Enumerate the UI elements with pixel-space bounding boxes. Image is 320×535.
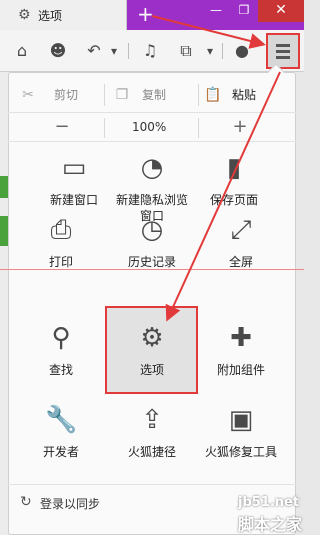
menu-item-label: 打印 [48,255,73,269]
copy-button[interactable]: ❐ 复制 [114,86,166,104]
clipboard-icon: 📋 [204,87,222,103]
gear-icon: ⚙ [18,7,31,23]
chevron-down-icon[interactable]: ▾ [108,41,120,61]
menu-item-label: 保存页面 [209,193,258,207]
copy-label: 复制 [142,88,167,102]
zoom-in-button[interactable]: + [230,117,250,137]
zoom-level[interactable]: 100% [132,120,166,134]
sync-label: 登录以同步 [40,497,101,511]
tab-options[interactable]: ⚙ 选项 [0,0,127,30]
home-icon[interactable]: ⌂ [12,41,32,61]
options-button[interactable]: ⚙ 选项 [104,322,200,402]
title-bar: ⚙ 选项 + — ❐ ✕ [0,0,304,30]
menu-item-label: 火狐捷径 [127,445,176,459]
menu-item-label: 火狐修复工具 [204,445,277,459]
addons-button[interactable]: ✚ 附加组件 [193,322,289,402]
hamburger-bar [276,50,290,53]
back-icon[interactable]: ↶ [84,41,104,61]
clock-icon: ◷ [140,215,164,245]
separator [104,118,105,138]
fullscreen-icon: ⤢ [230,215,252,245]
page-content-fragment [0,216,8,246]
firefox-repair-button[interactable]: ▣ 火狐修复工具 [193,404,289,484]
hamburger-menu-button[interactable] [266,33,300,69]
menu-item-label: 历史记录 [127,255,176,269]
sync-icon: ↻ [20,494,32,510]
watermark-text: 脚本之家 [238,515,303,534]
gear-icon: ⚙ [140,323,164,353]
scissors-icon: ✂ [22,87,34,103]
toolbar: ⌂ ☻ ↶ ▾ ♫ ⧉ ▾ ● [0,30,304,72]
minimize-button[interactable]: — [202,0,230,22]
printer-icon: ⎙ [50,215,72,245]
copy-icon: ❐ [115,87,129,103]
cut-label: 剪切 [54,88,79,102]
separator [198,84,199,106]
page-background [0,72,8,535]
chevron-down-icon[interactable]: ▾ [204,41,216,61]
chat-icon[interactable]: ☻ [48,41,68,61]
zoom-out-button[interactable]: − [52,117,72,137]
volume-icon[interactable]: ♫ [140,41,160,61]
magnifier-icon: ⚲ [51,323,71,353]
mask-icon: ◔ [140,153,164,183]
separator [104,84,105,106]
hamburger-bar [276,56,290,59]
wrench-icon: 🔧 [45,405,78,435]
menu-item-label: 开发者 [42,445,79,459]
page-icon: ▮ [226,153,242,183]
developer-button[interactable]: 🔧 开发者 [13,404,109,484]
new-tab-button[interactable]: + [137,4,154,24]
paste-label: 粘贴 [232,88,257,102]
print-button[interactable]: ⎙ 打印 [13,214,109,294]
fullscreen-button[interactable]: ⤢ 全屏 [193,214,289,294]
zoom-controls: − 100% + [8,112,296,142]
menu-item-label: 附加组件 [216,363,265,377]
close-button[interactable]: ✕ [258,0,304,22]
firefox-shortcut-button[interactable]: ⇪ 火狐捷径 [104,404,200,484]
menu-item-label: 全屏 [228,255,253,269]
maximize-button[interactable]: ❐ [230,0,258,22]
cut-button[interactable]: ✂ 剪切 [20,86,78,104]
toolbar-separator [128,43,129,59]
history-button[interactable]: ◷ 历史记录 [104,214,200,294]
watermark-url: jb51.net [238,495,300,510]
menu-item-label: 查找 [48,363,73,377]
tab-title: 选项 [38,9,63,23]
edit-controls: ✂ 剪切 ❐ 复制 📋 粘贴 [8,78,296,112]
find-button[interactable]: ⚲ 查找 [13,322,109,402]
toolbar-separator [222,43,223,59]
hamburger-icon [276,44,290,47]
toolbox-icon: ▣ [228,405,254,435]
window-icon: ▭ [61,153,87,183]
crop-icon[interactable]: ⧉ [176,41,196,61]
paste-button[interactable]: 📋 粘贴 [204,86,256,104]
menu-item-label: 选项 [139,363,164,377]
page-content-fragment [0,176,8,198]
puzzle-icon: ✚ [230,323,252,353]
share-icon: ⇪ [141,405,163,435]
separator [198,118,199,138]
speech-bubble-icon[interactable]: ● [232,41,252,61]
